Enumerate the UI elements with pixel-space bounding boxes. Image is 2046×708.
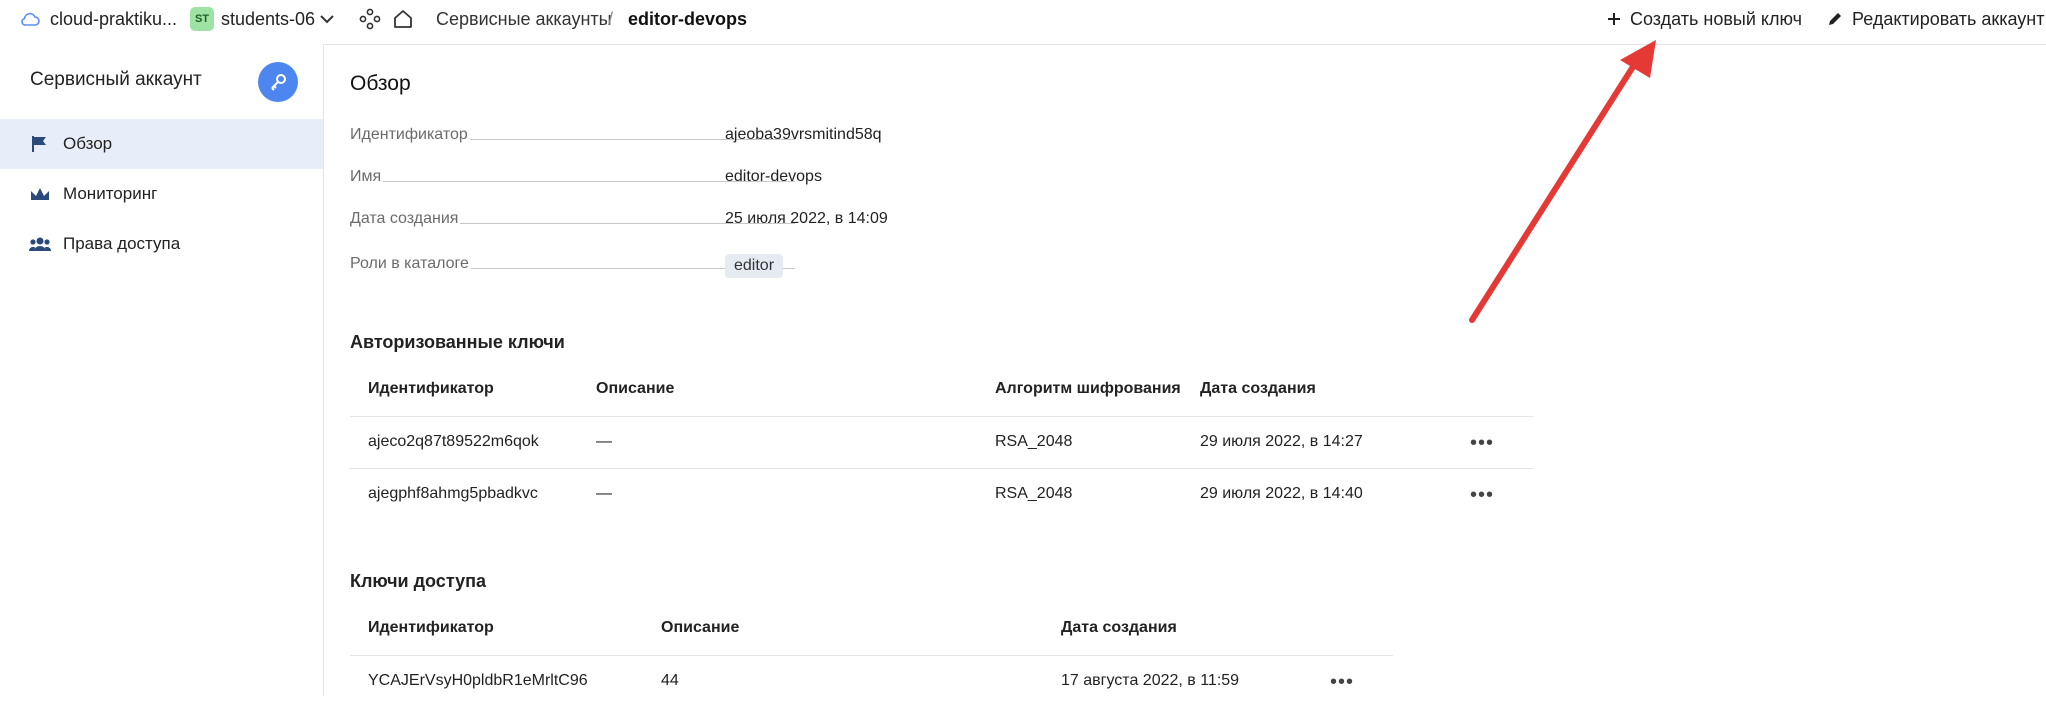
column-header: Алгоритм шифрования — [995, 380, 1181, 397]
column-header: Описание — [596, 380, 675, 397]
main-content: Обзор Идентификатор ajeoba39vrsmitind58q… — [324, 44, 2046, 696]
folder-badge: ST — [190, 7, 214, 31]
column-header: Идентификатор — [368, 619, 494, 636]
pencil-icon — [1829, 13, 1841, 25]
role-tag: editor — [725, 254, 784, 278]
property-value-name: editor-devops — [725, 168, 822, 185]
section-title-access-keys: Ключи доступа — [350, 571, 486, 591]
table-row: ajeco2q87t89522m6qok — RSA_2048 29 июля … — [350, 416, 1533, 469]
more-actions-icon[interactable]: ••• — [1327, 670, 1357, 694]
chart-icon — [29, 186, 51, 202]
property-value-created: 25 июля 2022, в 14:09 — [725, 210, 888, 227]
key-created: 29 июля 2022, в 14:27 — [1200, 433, 1363, 450]
sidebar-item-label: Права доступа — [63, 234, 181, 253]
key-description: — — [596, 485, 612, 502]
plus-icon — [1608, 13, 1620, 25]
more-actions-icon[interactable]: ••• — [1467, 431, 1497, 455]
chevron-down-icon[interactable] — [319, 0, 335, 38]
breadcrumb-current: editor-devops — [628, 8, 748, 29]
key-algorithm: RSA_2048 — [995, 433, 1073, 450]
home-icon[interactable] — [392, 0, 414, 38]
key-description: — — [596, 433, 612, 450]
key-created: 29 июля 2022, в 14:40 — [1200, 485, 1363, 502]
create-key-label: Создать новый ключ — [1630, 8, 1802, 29]
table-row: ajegphf8ahmg5pbadkvc — RSA_2048 29 июля … — [350, 468, 1533, 521]
column-header: Описание — [661, 619, 740, 636]
breadcrumb-service-accounts[interactable]: Сервисные аккаунты — [436, 0, 612, 38]
key-description: 44 — [661, 672, 679, 689]
edit-account-label: Редактировать аккаунт — [1852, 8, 2045, 29]
key-id: YCAJErVsyH0pldbR1eMrltC96 — [368, 672, 588, 689]
table-row: YCAJErVsyH0pldbR1eMrltC96 44 17 августа … — [350, 655, 1393, 708]
cloud-icon — [20, 0, 40, 38]
column-header: Дата создания — [1061, 619, 1177, 636]
key-id: ajegphf8ahmg5pbadkvc — [368, 485, 538, 502]
sidebar-item-label: Мониторинг — [63, 184, 158, 203]
sidebar-item-overview[interactable]: Обзор — [0, 119, 323, 169]
services-icon[interactable] — [359, 0, 381, 38]
key-created: 17 августа 2022, в 11:59 — [1061, 672, 1240, 689]
property-value-id: ajeoba39vrsmitind58q — [725, 126, 882, 143]
edit-account-button[interactable]: Редактировать аккаунт — [1826, 0, 2045, 38]
folder-selector[interactable]: students-06 — [221, 0, 315, 38]
key-algorithm: RSA_2048 — [995, 485, 1073, 502]
sidebar-title: Сервисный аккаунт — [30, 69, 202, 90]
flag-icon — [29, 135, 51, 153]
section-title-authorized-keys: Авторизованные ключи — [350, 332, 565, 352]
sidebar-item-label: Обзор — [63, 134, 113, 153]
breadcrumb-separator: / — [608, 8, 614, 29]
more-actions-icon[interactable]: ••• — [1467, 483, 1497, 507]
sidebar-item-monitoring[interactable]: Мониторинг — [0, 169, 323, 219]
key-icon — [258, 62, 298, 102]
top-bar: cloud-praktiku... ST students-06 Сервисн… — [0, 0, 2046, 45]
page-title: Обзор — [350, 72, 411, 95]
column-header: Дата создания — [1200, 380, 1316, 397]
sidebar: Сервисный аккаунт Обзор Мониторинг Права… — [0, 44, 324, 696]
column-header: Идентификатор — [368, 380, 494, 397]
users-icon — [29, 236, 51, 252]
sidebar-item-access-rights[interactable]: Права доступа — [0, 219, 323, 269]
cloud-selector[interactable]: cloud-praktiku... — [50, 0, 177, 38]
key-id: ajeco2q87t89522m6qok — [368, 433, 539, 450]
create-key-button[interactable]: Создать новый ключ — [1606, 0, 1802, 38]
